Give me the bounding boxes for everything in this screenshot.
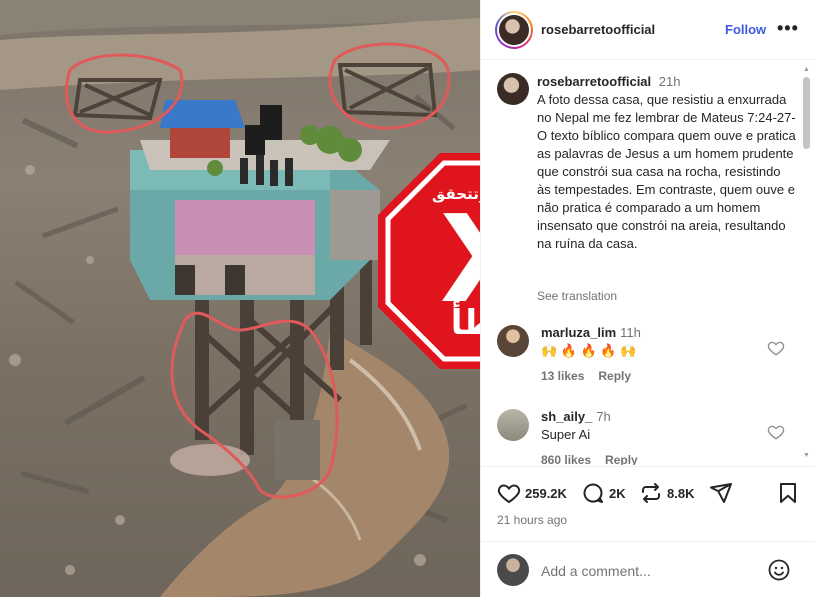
post-actions: 259.2K 2K 8.8K 21 hours ago [481,466,815,546]
caption-text-block: rosebarretoofficial 21h A foto dessa cas… [537,73,797,253]
caption-text: A foto dessa casa, que resistiu a enxurr… [537,92,796,251]
comment-time: 11h [620,325,641,340]
avatar[interactable] [497,73,529,105]
avatar[interactable] [497,409,529,441]
story-ring[interactable] [495,11,533,49]
comment-bubble-icon[interactable] [581,481,605,505]
comment-text: Super Ai [541,427,591,442]
comments-scroll-area[interactable]: rosebarretoofficial 21h A foto dessa cas… [481,61,815,465]
comment-username-text[interactable]: sh_aily_ [541,409,592,424]
see-translation-link[interactable]: See translation [537,289,617,303]
more-options-icon[interactable]: ••• [777,18,799,39]
caption-username[interactable]: rosebarretoofficial [537,74,651,89]
comment-likes[interactable]: 13 likes [541,369,584,383]
repost-count: 8.8K [667,485,695,501]
repost-icon[interactable] [639,481,663,505]
scrollbar-thumb[interactable] [803,77,810,149]
caption-time: 21h [658,74,681,89]
bookmark-icon[interactable] [776,481,800,505]
comment-username[interactable]: marluza_lim 11h [541,325,641,340]
comment-username-text[interactable]: marluza_lim [541,325,616,340]
send-icon[interactable] [709,481,733,505]
avatar [497,554,529,586]
comment-item: marluza_lim 11h 🙌 🔥 🔥 🔥 🙌 13 likes Reply [497,323,797,383]
reply-button[interactable]: Reply [598,369,631,383]
scroll-up-arrow-icon[interactable]: ▲ [803,66,810,73]
posted-time[interactable]: 21 hours ago [497,513,567,527]
post-photo: #النهار_تتحقق X خطأ [0,0,480,597]
heart-icon[interactable] [767,423,785,441]
follow-button[interactable]: Follow [725,22,766,37]
heart-icon[interactable] [497,481,521,505]
post-header: rosebarretoofficial Follow ••• [481,0,815,60]
comment-meta: 860 likes Reply [541,453,652,465]
heart-icon[interactable] [767,339,785,357]
comment-likes[interactable]: 860 likes [541,453,591,465]
repost-button[interactable]: 8.8K [639,481,694,505]
false-verdict-stamp: #النهار_تتحقق X خطأ [376,151,480,371]
comment-time: 7h [596,409,611,424]
like-count: 259.2K [525,485,567,501]
emoji-icon[interactable] [767,558,791,582]
comment-meta: 13 likes Reply [541,369,645,383]
save-button[interactable] [776,481,800,505]
avatar[interactable] [497,325,529,357]
comment-item: sh_aily_ 7h Super Ai 860 likes Reply [497,407,797,465]
comment-input[interactable] [541,560,741,582]
share-button[interactable] [709,481,733,505]
like-button[interactable]: 259.2K [497,481,567,505]
add-comment-bar [481,541,815,597]
post-side-panel: rosebarretoofficial Follow ••• rosebarre… [480,0,815,597]
scroll-down-arrow-icon[interactable]: ▼ [803,452,810,459]
comment-count: 2K [609,485,626,501]
comment-username[interactable]: sh_aily_ 7h [541,409,611,424]
avatar[interactable] [497,13,531,47]
comment-button[interactable]: 2K [581,481,626,505]
stamp-verdict: خطأ [450,303,480,343]
header-username[interactable]: rosebarretoofficial [541,22,655,37]
comment-text: 🙌 🔥 🔥 🔥 🙌 [541,343,637,358]
reply-button[interactable]: Reply [605,453,638,465]
